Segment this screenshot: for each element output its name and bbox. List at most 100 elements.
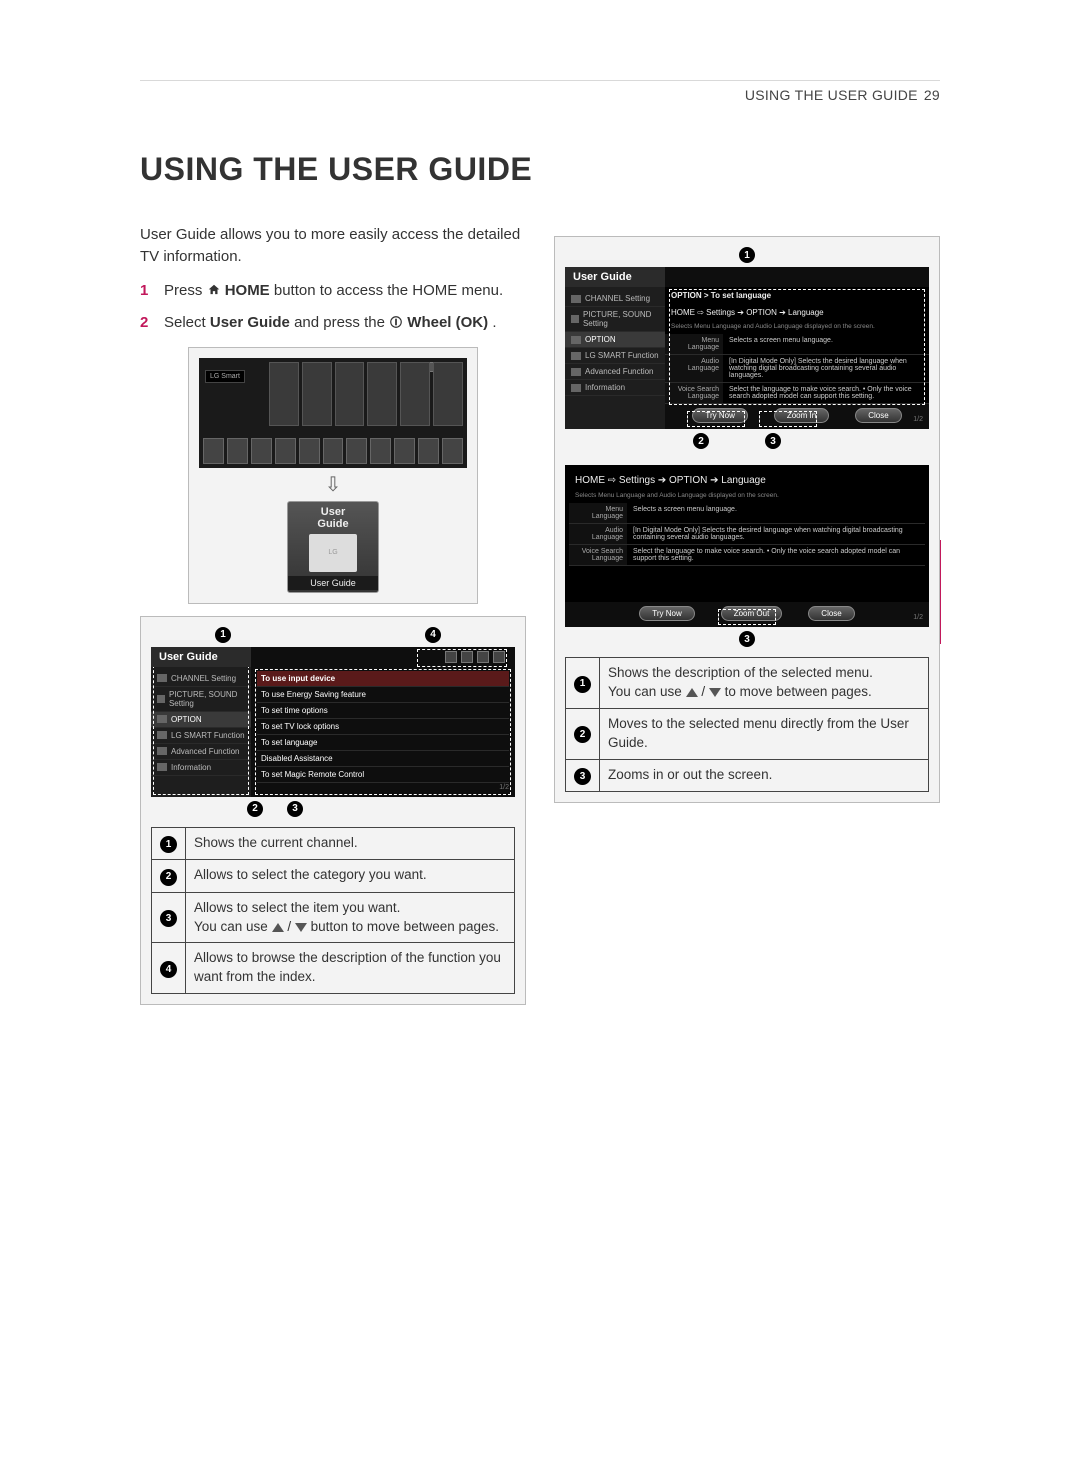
ug-item-list: To use input device To use Energy Saving… bbox=[251, 667, 515, 787]
wheel-icon bbox=[389, 314, 403, 328]
callout-table-2: 1 Shows the description of the selected … bbox=[565, 657, 929, 792]
toolbar-icon bbox=[477, 651, 489, 663]
table-row: 4 Allows to browse the description of th… bbox=[152, 943, 515, 994]
detail-label: Voice Search Language bbox=[569, 545, 627, 565]
up-icon bbox=[686, 688, 698, 697]
callout-4: 4 bbox=[425, 627, 441, 643]
circled-number: 3 bbox=[160, 910, 177, 927]
figure-home-to-guide: LG Smart ⇩ UserGuide LG User Guide bbox=[188, 347, 478, 604]
detail-row: Voice Search Language Select the languag… bbox=[665, 383, 929, 404]
gear-icon bbox=[157, 747, 167, 755]
step-text: . bbox=[492, 314, 496, 331]
page-indicator: 1/2 bbox=[499, 784, 509, 791]
circled-number: 1 bbox=[160, 836, 177, 853]
gear-icon bbox=[571, 352, 581, 360]
detail-value: Selects a screen menu language. bbox=[723, 334, 929, 354]
callout-1: 1 bbox=[739, 247, 755, 263]
ug-sidebar: CHANNEL Setting PICTURE, SOUND Setting O… bbox=[565, 287, 665, 429]
table-cell: Shows the description of the selected me… bbox=[600, 658, 929, 709]
intro-text: User Guide allows you to more easily acc… bbox=[140, 224, 526, 268]
table-cell: Shows the current channel. bbox=[186, 827, 515, 860]
table-cell: Moves to the selected menu directly from… bbox=[600, 708, 929, 759]
detail-value: [In Digital Mode Only] Selects the desir… bbox=[627, 524, 925, 544]
detail-row: Voice Search Language Select the languag… bbox=[569, 545, 925, 566]
sidebar-item: OPTION bbox=[151, 712, 251, 728]
table-cell: Allows to select the category you want. bbox=[186, 860, 515, 893]
sidebar-item: LG SMART Function bbox=[565, 348, 665, 364]
step-text: button to access the HOME menu. bbox=[274, 282, 503, 299]
detail-subtext: Selects Menu Language and Audio Language… bbox=[569, 490, 925, 503]
sidebar-item: Advanced Function bbox=[151, 744, 251, 760]
page-title: USING THE USER GUIDE bbox=[140, 151, 940, 188]
detail-footer: Try Now Zoom Out Close bbox=[565, 602, 929, 627]
step-bold: HOME bbox=[225, 282, 270, 299]
toolbar-icon bbox=[493, 651, 505, 663]
detail-subtext: Selects Menu Language and Audio Language… bbox=[665, 321, 929, 334]
table-row: 3 Zooms in or out the screen. bbox=[566, 759, 929, 792]
gear-icon bbox=[571, 336, 581, 344]
step-number: 1 bbox=[140, 280, 154, 303]
card-title-line1: User bbox=[321, 506, 345, 518]
sidebar-item: Information bbox=[565, 380, 665, 396]
step-text: Press bbox=[164, 282, 207, 299]
breadcrumb: HOME ⇨ Settings ➔ OPTION ➔ Language bbox=[665, 304, 929, 321]
sidebar-item: LG SMART Function bbox=[151, 728, 251, 744]
sidebar-item: OPTION bbox=[565, 332, 665, 348]
close-button: Close bbox=[855, 408, 901, 423]
gear-icon bbox=[571, 315, 579, 323]
detail-value: [In Digital Mode Only] Selects the desir… bbox=[723, 355, 929, 382]
figure-user-guide-list: 1 4 User Guide bbox=[140, 616, 526, 1006]
step-1: 1 Press HOME button to access the HOME m… bbox=[140, 280, 526, 303]
toolbar-icon bbox=[461, 651, 473, 663]
gear-icon bbox=[571, 384, 581, 392]
user-guide-zoomed-screen: HOME ⇨ Settings ➔ OPTION ➔ Language Sele… bbox=[565, 465, 929, 627]
detail-footer: Try Now Zoom In Close bbox=[665, 404, 929, 429]
sidebar-item: PICTURE, SOUND Setting bbox=[151, 687, 251, 712]
header-section: USING THE USER GUIDE bbox=[745, 87, 918, 103]
list-item: To set language bbox=[257, 735, 509, 751]
list-item: To use Energy Saving feature bbox=[257, 687, 509, 703]
sidebar-item: Advanced Function bbox=[565, 364, 665, 380]
detail-label: Audio Language bbox=[665, 355, 723, 382]
sidebar-item: CHANNEL Setting bbox=[565, 291, 665, 307]
detail-heading: OPTION > To set language bbox=[665, 287, 929, 304]
down-icon bbox=[709, 688, 721, 697]
gear-icon bbox=[157, 674, 167, 682]
left-column: User Guide allows you to more easily acc… bbox=[140, 224, 526, 1017]
page-indicator: 1/2 bbox=[913, 614, 923, 621]
down-icon bbox=[295, 923, 307, 932]
step-2: 2 Select User Guide and press the Wheel … bbox=[140, 312, 526, 335]
list-item: To use input device bbox=[257, 671, 509, 687]
detail-label: Audio Language bbox=[569, 524, 627, 544]
detail-row: Audio Language [In Digital Mode Only] Se… bbox=[665, 355, 929, 383]
sidebar-item: Information bbox=[151, 760, 251, 776]
right-column: 1 User Guide CHANNEL Setting PICTURE, SO… bbox=[554, 224, 940, 1017]
detail-value: Select the language to make voice search… bbox=[723, 383, 929, 403]
gear-icon bbox=[157, 731, 167, 739]
detail-value: Selects a screen menu language. bbox=[627, 503, 925, 523]
gear-icon bbox=[157, 763, 167, 771]
user-guide-screen: User Guide CHANNEL Setting PICTURE, S bbox=[151, 647, 515, 797]
header-page-number: 29 bbox=[924, 87, 940, 103]
list-item: To set Magic Remote Control bbox=[257, 767, 509, 783]
callout-table-1: 1 Shows the current channel. 2 Allows to… bbox=[151, 827, 515, 995]
ug-window-title: User Guide bbox=[151, 647, 251, 667]
callout-2: 2 bbox=[693, 433, 709, 449]
home-menu-mock: LG Smart bbox=[199, 358, 467, 468]
figure-user-guide-detail: 1 User Guide CHANNEL Setting PICTURE, SO… bbox=[554, 236, 940, 803]
callout-1: 1 bbox=[215, 627, 231, 643]
step-text: Select bbox=[164, 314, 210, 331]
close-button: Close bbox=[808, 606, 854, 621]
step-text: and press the bbox=[294, 314, 389, 331]
gear-icon bbox=[157, 715, 167, 723]
ug-sidebar: CHANNEL Setting PICTURE, SOUND Setting O… bbox=[151, 667, 251, 797]
step-number: 2 bbox=[140, 312, 154, 335]
table-cell: Allows to browse the description of the … bbox=[186, 943, 515, 994]
detail-label: Voice Search Language bbox=[665, 383, 723, 403]
toolbar-icon bbox=[445, 651, 457, 663]
circled-number: 3 bbox=[574, 768, 591, 785]
detail-row: Menu Language Selects a screen menu lang… bbox=[569, 503, 925, 524]
zoom-in-button: Zoom In bbox=[774, 408, 829, 423]
table-row: 3 Allows to select the item you want. Yo… bbox=[152, 892, 515, 943]
home-icon bbox=[207, 282, 221, 296]
